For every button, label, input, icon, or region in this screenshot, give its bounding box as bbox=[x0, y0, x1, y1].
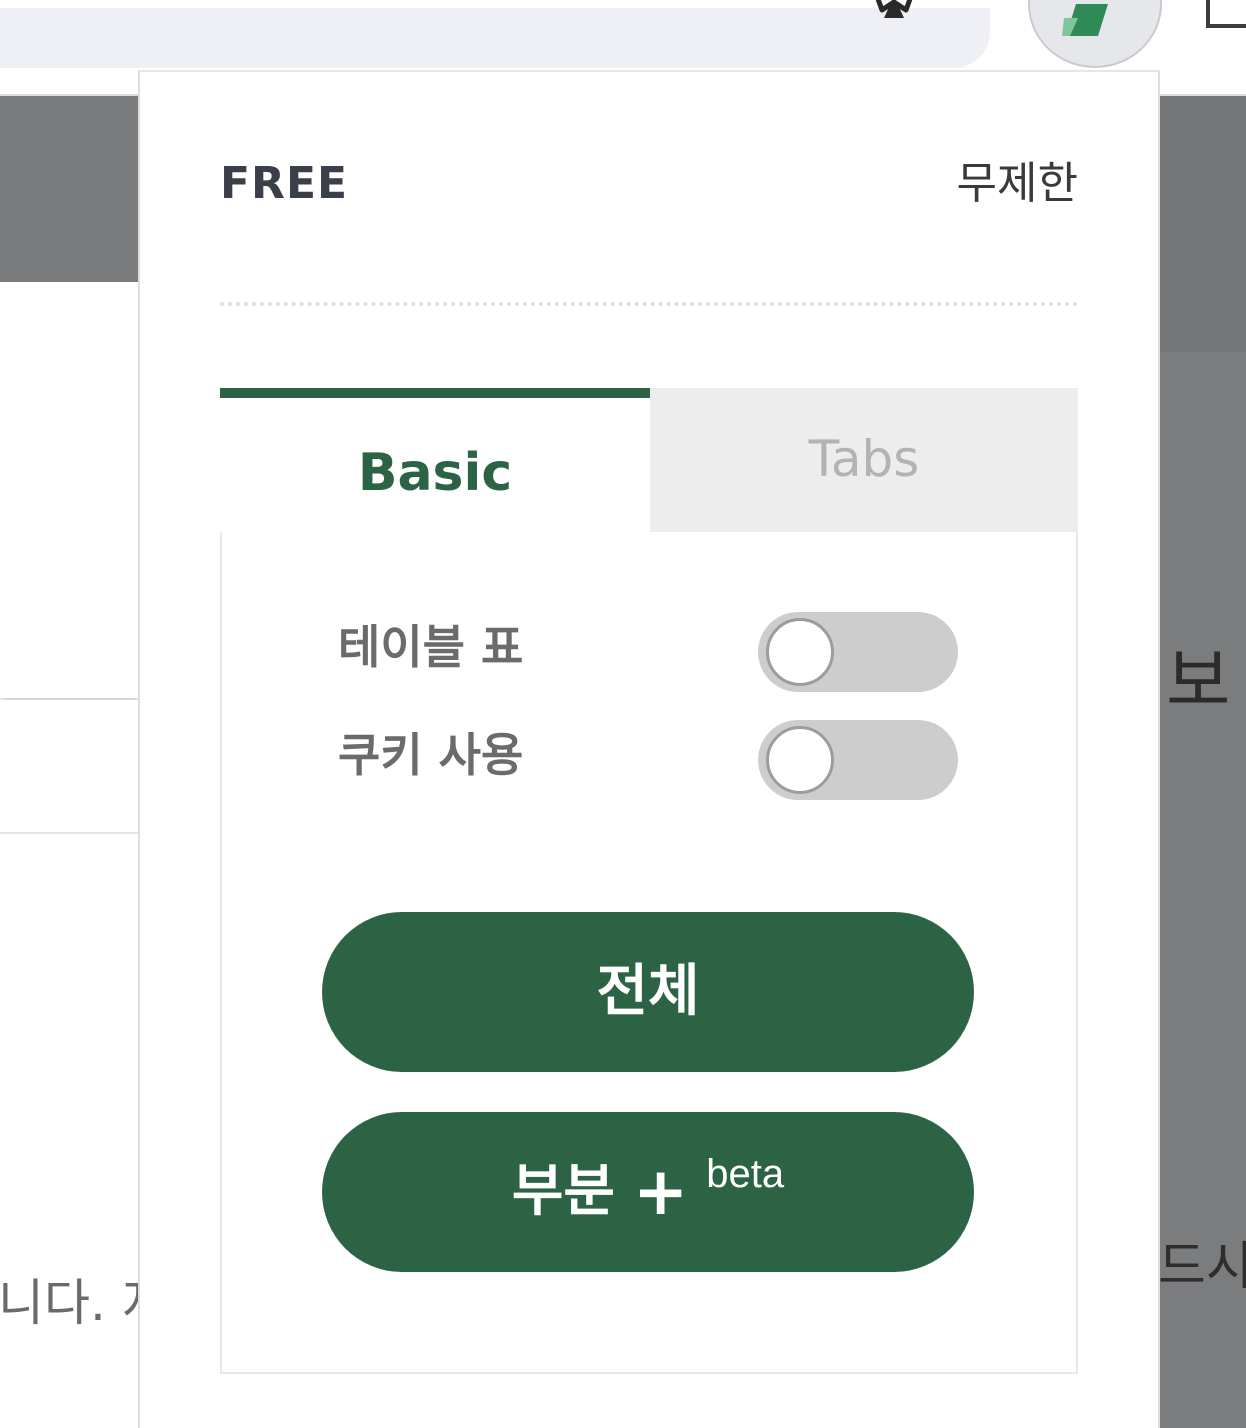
table-setting-label: 테이블 표 bbox=[338, 620, 524, 674]
full-capture-button[interactable]: 전체 bbox=[322, 912, 974, 1072]
cookie-setting-label: 쿠키 사용 bbox=[338, 728, 524, 782]
star-icon[interactable] bbox=[868, 0, 920, 32]
background-text-left: 니다. 지 bbox=[0, 1274, 138, 1332]
partial-capture-button[interactable]: 부분 + beta bbox=[322, 1112, 974, 1272]
full-capture-label: 전체 bbox=[596, 959, 700, 1024]
cookie-toggle[interactable] bbox=[758, 720, 958, 800]
plus-icon: + bbox=[632, 1153, 689, 1230]
background-text-right-heading: 보 bbox=[1166, 640, 1231, 722]
tab-tabs-label: Tabs bbox=[808, 430, 920, 488]
tab-tabs[interactable]: Tabs bbox=[650, 388, 1078, 532]
tab-basic[interactable]: Basic bbox=[220, 388, 650, 532]
background-text-right: 드시트 bbox=[1158, 1237, 1246, 1297]
beta-badge: beta bbox=[706, 1152, 785, 1196]
background-card bbox=[0, 282, 140, 698]
toggle-knob bbox=[766, 618, 834, 686]
background-banner bbox=[0, 96, 140, 282]
tab-basic-label: Basic bbox=[357, 443, 513, 503]
screen: 니다. 지 보 드시트 FREE 무제한 Basic Tabs 테이블 표 쿠키… bbox=[0, 0, 1246, 1428]
address-bar[interactable] bbox=[0, 8, 990, 68]
menu-edge-icon bbox=[1206, 0, 1246, 28]
plan-value: 무제한 bbox=[956, 158, 1078, 209]
partial-capture-label: 부분 bbox=[511, 1159, 615, 1224]
extension-logo-icon bbox=[1062, 4, 1108, 36]
background-divider bbox=[0, 832, 140, 834]
background-banner-right bbox=[1158, 96, 1246, 352]
toggle-knob bbox=[766, 726, 834, 794]
divider bbox=[220, 302, 1078, 306]
table-toggle[interactable] bbox=[758, 612, 958, 692]
plan-label: FREE bbox=[220, 158, 349, 209]
